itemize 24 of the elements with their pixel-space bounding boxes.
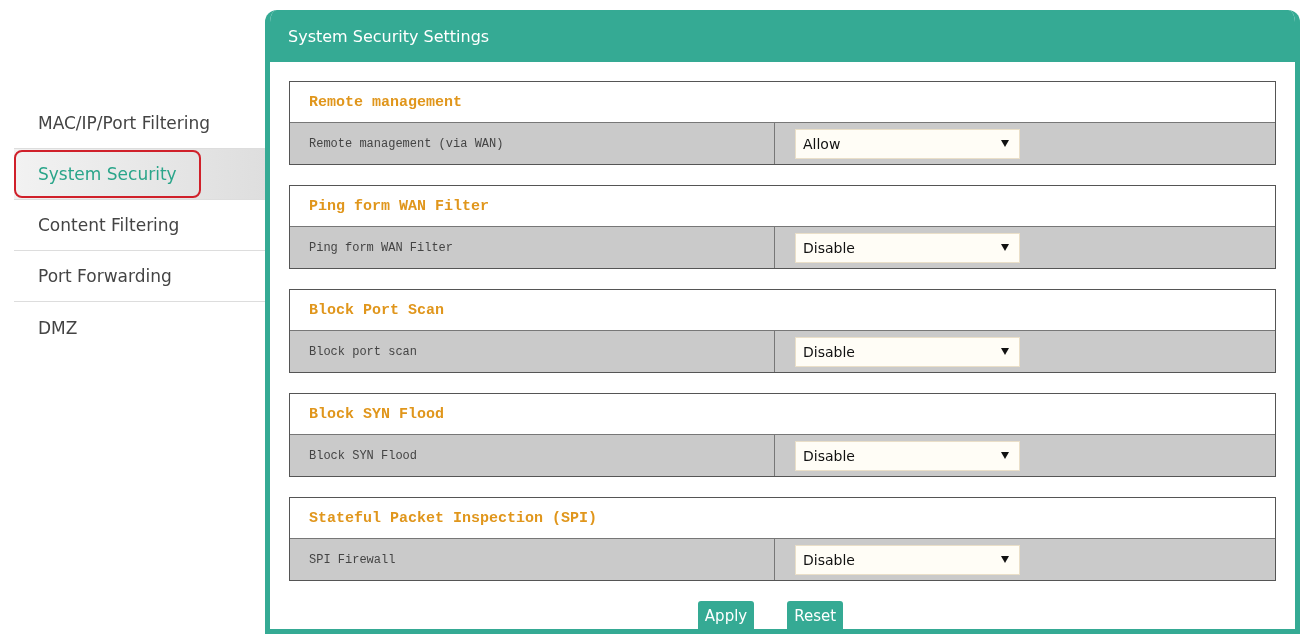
sidebar-item-label: Port Forwarding	[37, 265, 173, 288]
sidebar-item-label: Content Filtering	[37, 214, 181, 237]
dropdown[interactable]: Disable	[795, 440, 1020, 471]
sidebar-item[interactable]: Content Filtering	[14, 200, 265, 251]
dropdown[interactable]: Disable	[795, 336, 1020, 367]
caret-icon	[1001, 348, 1009, 355]
sidebar-item-label: DMZ	[37, 316, 79, 340]
sidebar-item[interactable]: Port Forwarding	[14, 251, 265, 302]
caret-icon	[1001, 140, 1009, 147]
sidebar-item-label: System Security	[14, 150, 201, 198]
setting-label: Block port scan	[290, 331, 775, 372]
setting-label: Block SYN Flood	[290, 435, 775, 476]
setting-label: Ping form WAN Filter	[290, 227, 775, 268]
caret-icon	[1001, 452, 1009, 459]
panel-title: System Security Settings	[270, 10, 1295, 62]
caret-icon	[1001, 244, 1009, 251]
dropdown[interactable]: Disable	[795, 544, 1020, 575]
setting-label: SPI Firewall	[290, 539, 775, 580]
caret-icon	[1001, 556, 1009, 563]
sidebar-item-label: MAC/IP/Port Filtering	[37, 112, 212, 135]
sidebar-item[interactable]: DMZ	[14, 302, 265, 353]
dropdown[interactable]: Allow	[795, 128, 1020, 159]
setting-label: Remote management (via WAN)	[290, 123, 775, 164]
dropdown[interactable]: Disable	[795, 232, 1020, 263]
